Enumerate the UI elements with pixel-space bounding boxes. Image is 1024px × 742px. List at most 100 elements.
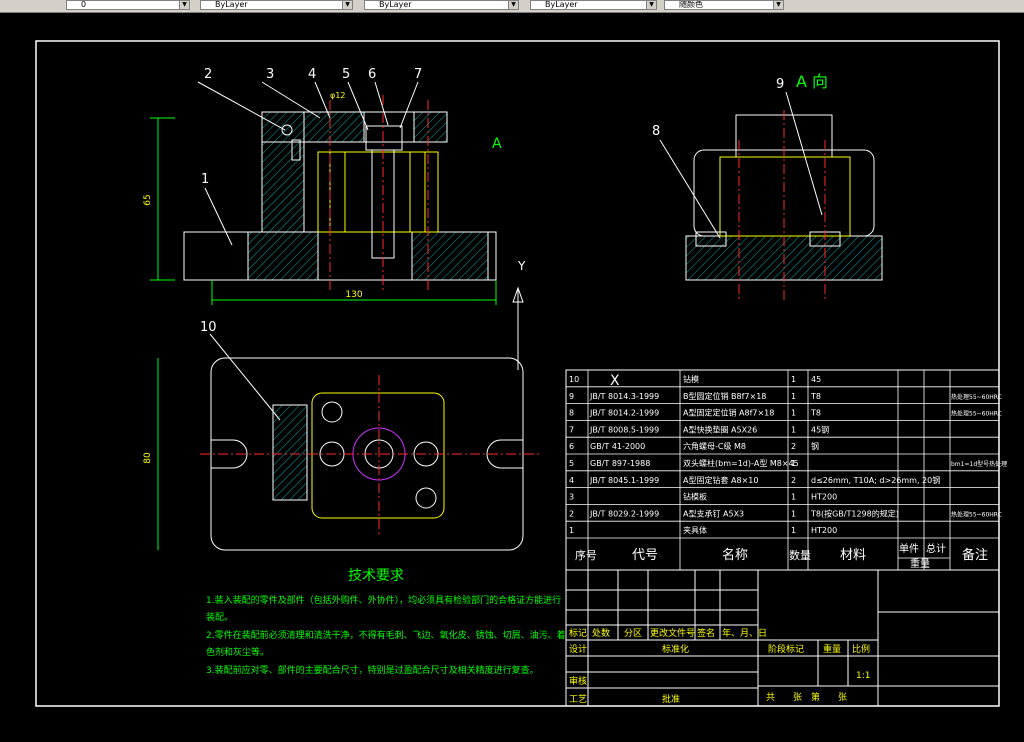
- chevron-down-icon: ▼: [646, 1, 656, 9]
- svg-text:2.零件在装配前必须清理和清洗干净，不得有毛刺、飞边、氧化皮: 2.零件在装配前必须清理和清洗干净，不得有毛刺、飞边、氧化皮、锈蚀、切屑、油污、…: [206, 629, 566, 641]
- bom-cell-no: 8: [569, 409, 574, 418]
- bom-cell-qty: 1: [791, 526, 796, 535]
- svg-text:备注: 备注: [962, 547, 988, 563]
- svg-text:标记: 标记: [569, 627, 587, 639]
- bom-cell-no: 6: [569, 442, 574, 451]
- bom-cell-code: JB/T 8045.1-1999: [589, 476, 659, 485]
- bom-cell-code: JB/T 8029.2-1999: [589, 509, 659, 518]
- bom-cell-no: 3: [569, 493, 574, 502]
- dim-height-front-label: 65: [143, 194, 153, 205]
- a-direction-view: A 向: [685, 72, 883, 300]
- outer-frame: [35, 40, 1000, 707]
- bom-cell-mat: T8: [810, 392, 821, 401]
- svg-text:3: 3: [266, 67, 274, 82]
- bom-cell-mat: T8(按GB/T1298的规定): [810, 508, 899, 518]
- svg-text:阶段标记: 阶段标记: [768, 643, 804, 655]
- drawing-canvas[interactable]: 130 65 φ12 Y A 2 3 4 5 6 7 1 10 8 9 A 向: [0, 13, 1024, 738]
- svg-text:设计: 设计: [569, 643, 587, 655]
- bom-cell-name: A型支承钉 A5X3: [683, 508, 744, 518]
- svg-text:标准化: 标准化: [662, 643, 689, 655]
- properties-toolbar: 0 ▼ ByLayer ▼ ByLayer ▼ ByLayer ▼ 随颜色 ▼: [0, 0, 1024, 13]
- svg-text:单件: 单件: [899, 543, 919, 555]
- svg-text:色剂和灰尘等。: 色剂和灰尘等。: [206, 646, 269, 658]
- technical-requirements: 技术要求 1.装入装配的零件及部件（包括外购件、外协件），均必须具有检验部门的合…: [206, 568, 566, 676]
- bom-table: 10 钻模 1 459 JB/T 8014.3-1999 B型圆定位销 B8f7×18 1 T…: [565, 369, 1007, 571]
- bom-cell-name: 双头螺柱(bm=1d)-A型 M8×45: [683, 458, 799, 468]
- svg-text:1:1: 1:1: [856, 671, 870, 681]
- bom-cell-name: A型固定定位销 A8f7×18: [683, 408, 774, 418]
- tech-title: 技术要求: [348, 568, 404, 584]
- bom-cell-note: 热处理55~60HRC: [951, 510, 1002, 518]
- bom-cell-note: 热处理55~60HRC: [951, 393, 1002, 401]
- linetype-dropdown[interactable]: ByLayer ▼: [364, 0, 519, 10]
- svg-text:签名: 签名: [697, 627, 715, 639]
- bom-cell-note: bm1=1d型号热处理: [951, 460, 1007, 468]
- bom-cell-no: 1: [569, 526, 574, 535]
- svg-text:总计: 总计: [926, 542, 946, 555]
- bom-cell-code: GB/T 41-2000: [590, 442, 645, 451]
- bom-cell-code: JB/T 8014.2-1999: [589, 409, 659, 418]
- svg-text:分区: 分区: [624, 628, 642, 639]
- bom-cell-note: 热处理55~60HRC: [951, 410, 1002, 418]
- bom-cell-qty: 1: [791, 509, 796, 518]
- bom-cell-mat: 45钢: [811, 424, 829, 434]
- bom-cell-qty: 1: [791, 392, 796, 401]
- svg-text:装配。: 装配。: [206, 611, 233, 623]
- svg-text:重量: 重量: [910, 557, 930, 570]
- view-label-a: A: [492, 136, 502, 152]
- bom-cell-qty: 1: [791, 459, 796, 468]
- bom-cell-name: 六角螺母-C级 M8: [683, 441, 746, 451]
- svg-text:序号: 序号: [575, 548, 597, 562]
- bom-cell-qty: 1: [791, 425, 796, 434]
- bom-cell-qty: 2: [791, 442, 796, 451]
- svg-text:更改文件号: 更改文件号: [650, 627, 695, 639]
- svg-text:3.装配前应对零、部件的主要配合尺寸，特别是过盈配合尺寸及相: 3.装配前应对零、部件的主要配合尺寸，特别是过盈配合尺寸及相关精度进行复查。: [206, 664, 539, 676]
- svg-text:名称: 名称: [722, 547, 748, 563]
- bom-cell-mat: HT200: [811, 493, 837, 502]
- bom-cell-name: 钻模: [683, 374, 699, 384]
- bom-cell-qty: 1: [791, 375, 796, 384]
- bom-cell-qty: 2: [791, 476, 796, 485]
- svg-text:10: 10: [200, 320, 217, 335]
- lineweight-dropdown[interactable]: ByLayer ▼: [530, 0, 657, 10]
- svg-text:处数: 处数: [592, 627, 610, 639]
- plotstyle-dropdown[interactable]: 随颜色 ▼: [664, 0, 784, 10]
- dim-phi-label: φ12: [330, 91, 345, 100]
- svg-text:9: 9: [776, 77, 784, 92]
- svg-text:年、月、日: 年、月、日: [722, 627, 767, 639]
- bom-cell-mat: HT200: [811, 526, 837, 535]
- bom-cell-mat: 钢: [811, 441, 819, 451]
- layer-dropdown[interactable]: 0 ▼: [66, 0, 190, 10]
- dim-width-label: 130: [345, 290, 362, 300]
- svg-text:4: 4: [308, 67, 316, 82]
- svg-text:2: 2: [204, 67, 212, 82]
- bom-cell-mat: d≤26mm, T10A; d>26mm, 20钢: [811, 475, 940, 485]
- bom-cell-name: A型固定钻套 A8×10: [683, 475, 758, 485]
- chevron-down-icon: ▼: [342, 1, 352, 9]
- bom-cell-name: 钻模板: [683, 492, 707, 502]
- bom-cell-code: JB/T 8008.5-1999: [589, 425, 659, 434]
- title-block: 标记 处数 分区 更改文件号 签名 年、月、日 设计 标准化 阶段标记 重量 比…: [565, 569, 1000, 707]
- chevron-down-icon: ▼: [773, 1, 783, 9]
- svg-text:8: 8: [652, 124, 660, 139]
- chevron-down-icon: ▼: [508, 1, 518, 9]
- top-view: 80 X: [143, 357, 620, 551]
- bom-cell-name: A型快换垫圈 A5X26: [683, 424, 757, 434]
- svg-text:重量: 重量: [823, 643, 841, 655]
- bom-cell-code: JB/T 8014.3-1999: [589, 392, 659, 401]
- svg-text:6: 6: [368, 67, 376, 82]
- bom-cell-mat: 45: [811, 375, 821, 384]
- view-title: A 向: [796, 72, 828, 91]
- svg-text:数量: 数量: [789, 549, 811, 562]
- svg-text:5: 5: [342, 67, 350, 82]
- svg-text:1: 1: [201, 172, 209, 187]
- chevron-down-icon: ▼: [179, 1, 189, 9]
- bom-cell-code: GB/T 897-1988: [590, 459, 650, 468]
- bom-cell-qty: 1: [791, 409, 796, 418]
- svg-text:比例: 比例: [852, 643, 870, 655]
- svg-text:审核: 审核: [569, 675, 587, 687]
- bom-cell-qty: 1: [791, 493, 796, 502]
- color-dropdown[interactable]: ByLayer ▼: [200, 0, 353, 10]
- bom-cell-name: B型圆定位销 B8f7×18: [683, 391, 766, 401]
- bom-cell-no: 5: [569, 459, 574, 468]
